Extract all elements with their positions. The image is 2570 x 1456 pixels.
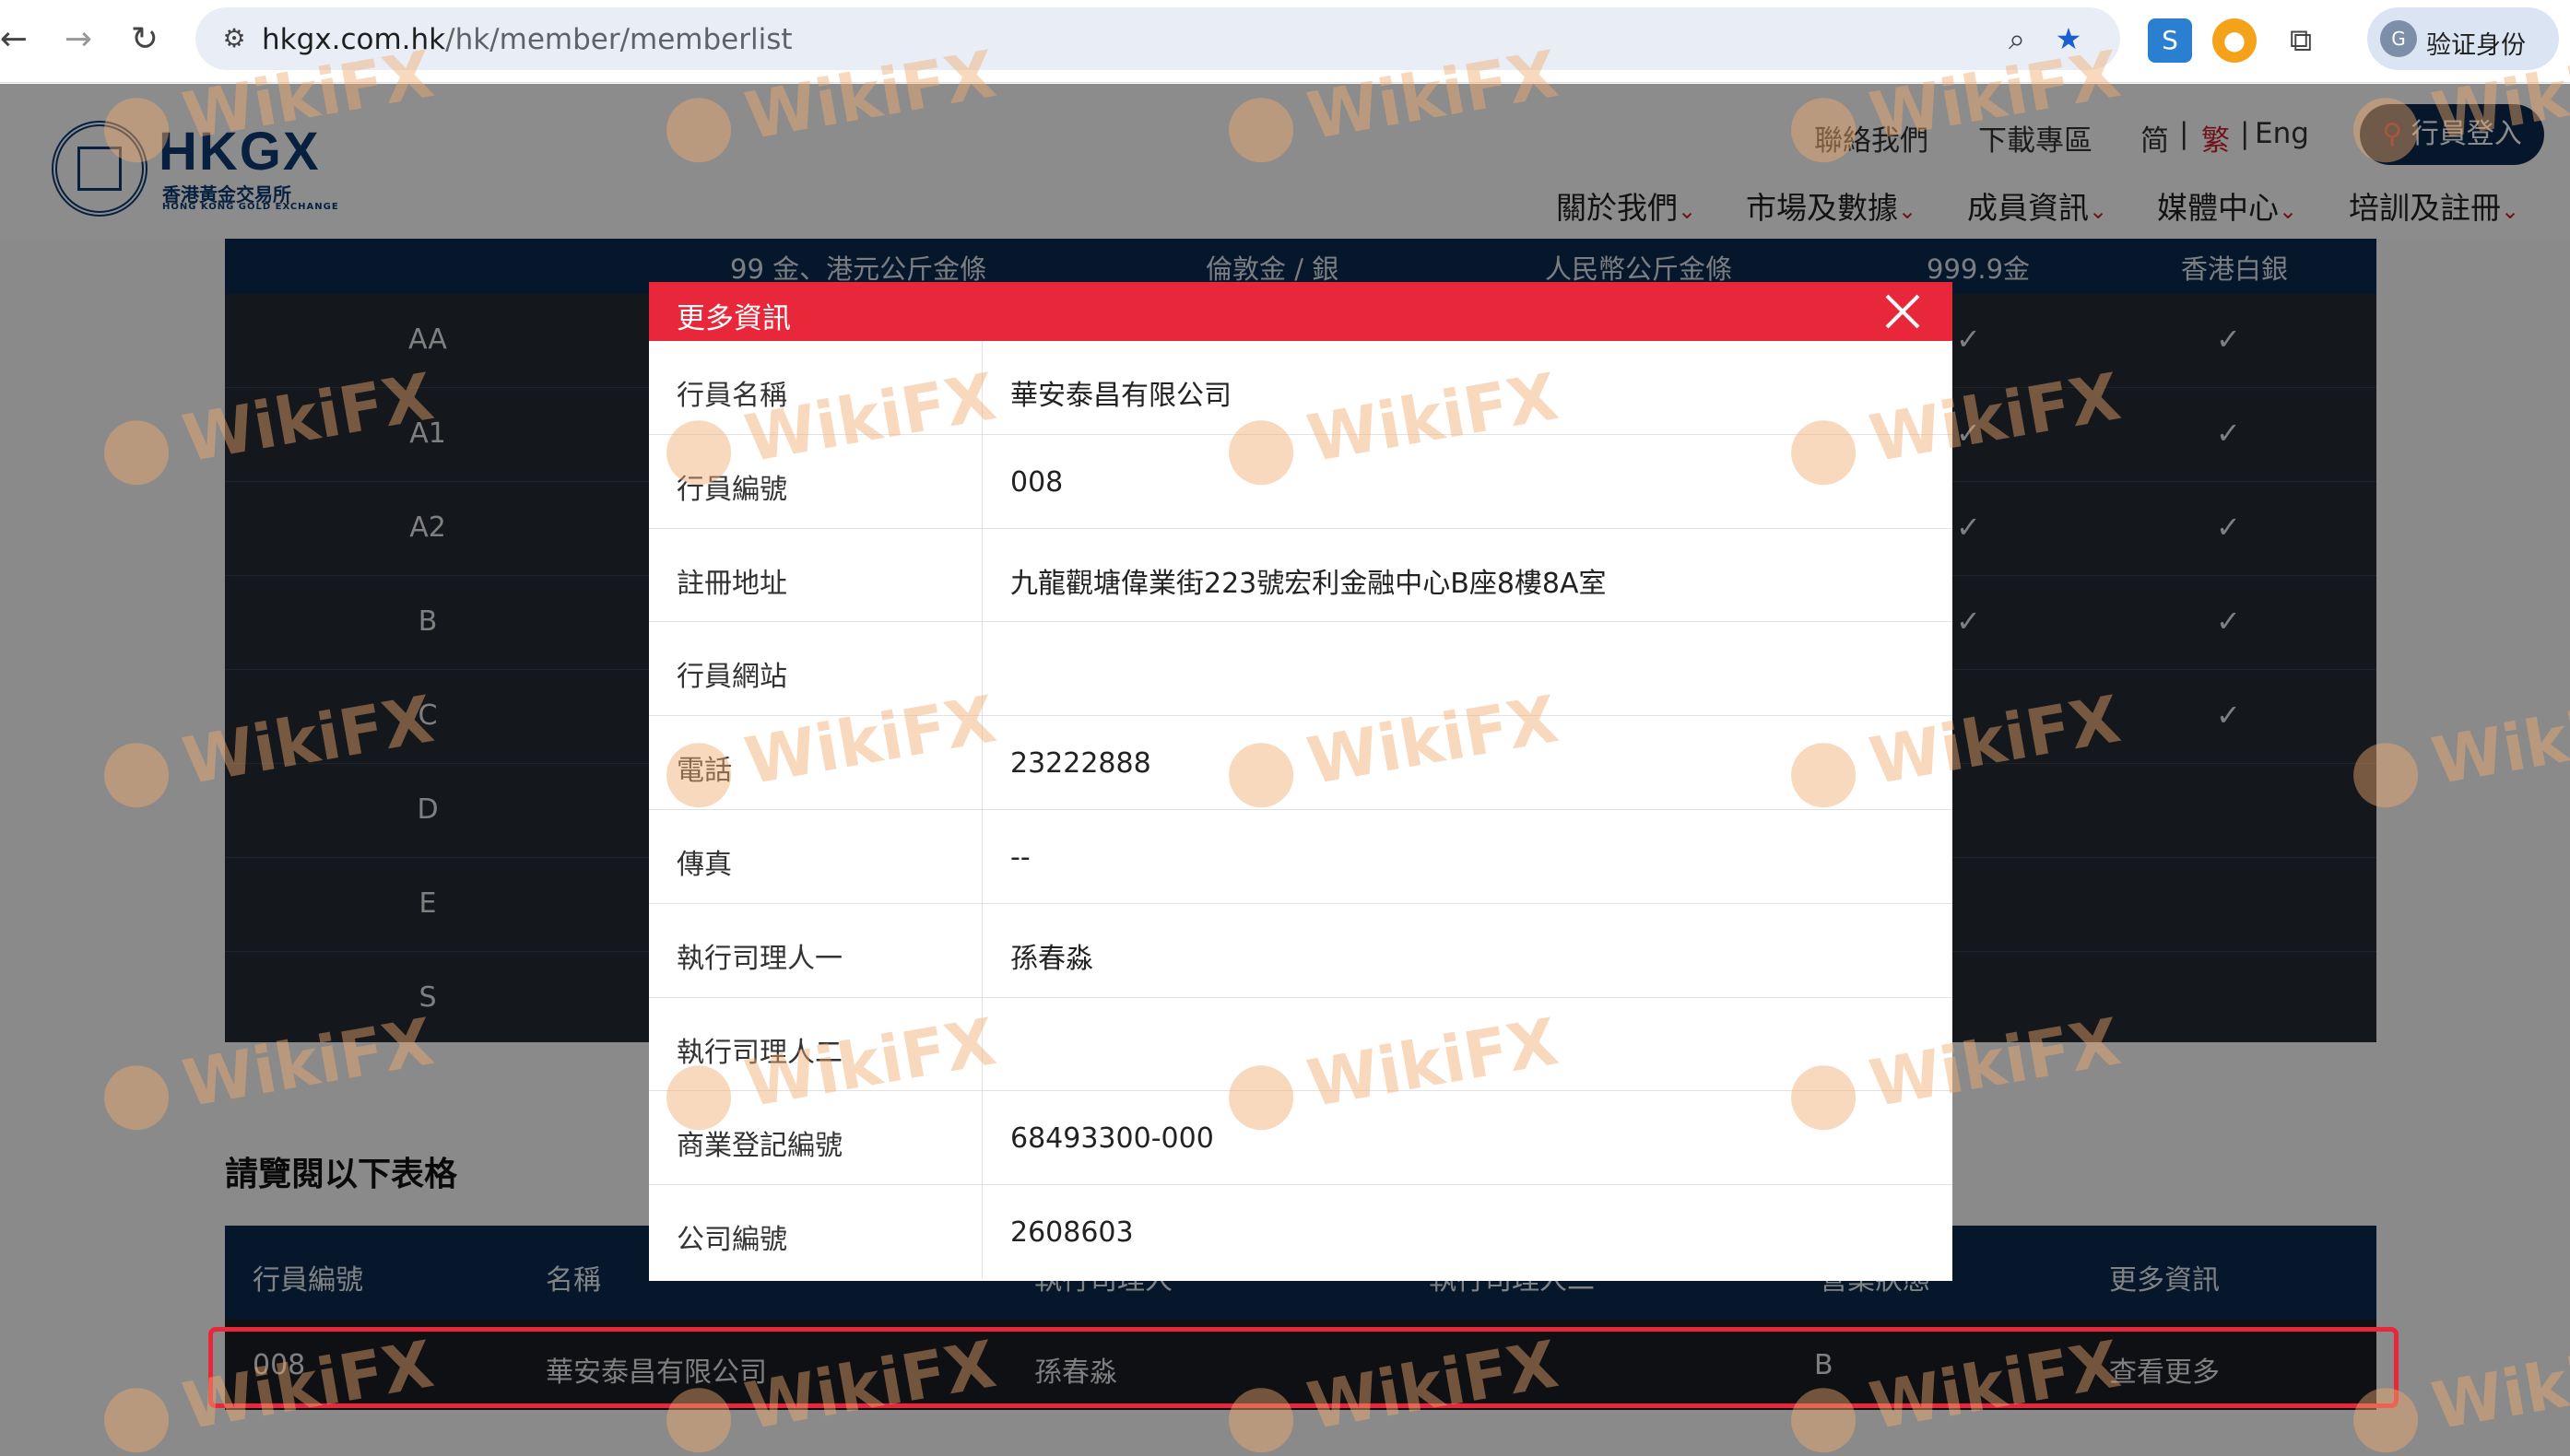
detail-row: 電話 23222888: [649, 716, 1952, 810]
detail-row: 傳真 --: [649, 809, 1952, 904]
detail-label: 公司編號: [649, 1185, 983, 1279]
profile-label: 验证身份: [2426, 31, 2526, 60]
bookmark-star-icon[interactable]: ★: [2048, 18, 2089, 59]
detail-row: 行員網站: [649, 622, 1952, 717]
detail-value: 68493300-000: [1010, 1122, 1214, 1156]
detail-row: 執行司理人二: [649, 997, 1952, 1092]
modal-title: 更多資訊: [677, 302, 791, 335]
detail-label: 執行司理人一: [649, 903, 983, 997]
detail-value: 華安泰昌有限公司: [1010, 380, 1232, 412]
profile-avatar-icon: G: [2380, 20, 2417, 57]
url-path: /hk/member/memberlist: [445, 23, 793, 56]
detail-label: 行員編號: [649, 434, 983, 528]
detail-row: 行員編號 008: [649, 434, 1952, 529]
close-icon[interactable]: [1879, 288, 1927, 335]
detail-row: 執行司理人一 孫春淼: [649, 903, 1952, 998]
detail-value: 孫春淼: [1010, 942, 1093, 975]
url-host: hkgx.com.hk: [262, 23, 446, 56]
detail-label: 傳真: [649, 809, 983, 903]
detail-label: 註冊地址: [649, 528, 983, 622]
address-bar[interactable]: ⚙ hkgx.com.hk/hk/member/memberlist ⌕ ★: [195, 7, 2120, 70]
profile-button[interactable]: G 验证身份: [2367, 7, 2559, 70]
browser-toolbar: ← → ↻ ⚙ hkgx.com.hk/hk/member/memberlist…: [0, 0, 2570, 83]
detail-value: --: [1010, 840, 1031, 874]
extension-s-icon[interactable]: S: [2148, 18, 2192, 63]
zoom-icon[interactable]: ⌕: [1997, 18, 2037, 59]
url-text[interactable]: hkgx.com.hk/hk/member/memberlist: [262, 23, 793, 56]
back-arrow-icon[interactable]: ←: [0, 17, 37, 63]
extensions-puzzle-icon[interactable]: ⧉: [2279, 18, 2323, 63]
detail-value: 2608603: [1010, 1216, 1134, 1250]
member-detail-table: 行員名稱 華安泰昌有限公司 行員編號 008 註冊地址 九龍觀塘偉業街223號宏…: [649, 341, 1952, 1279]
detail-label: 行員網站: [649, 622, 983, 716]
detail-value: 九龍觀塘偉業街223號宏利金融中心B座8樓8A室: [1010, 567, 1607, 600]
extension-fox-icon[interactable]: ●: [2212, 18, 2257, 63]
reload-icon[interactable]: ↻: [122, 17, 168, 63]
detail-value: 008: [1010, 465, 1064, 499]
detail-row: 公司編號 2608603: [649, 1185, 1952, 1279]
detail-label: 電話: [649, 716, 983, 809]
detail-row: 行員名稱 華安泰昌有限公司: [649, 341, 1952, 435]
highlight-annotation: [208, 1327, 2399, 1408]
site-info-icon[interactable]: ⚙: [214, 18, 254, 59]
detail-row: 註冊地址 九龍觀塘偉業街223號宏利金融中心B座8樓8A室: [649, 528, 1952, 623]
detail-label: 商業登記編號: [649, 1091, 983, 1185]
detail-label: 行員名稱: [649, 341, 983, 434]
modal-header: 更多資訊: [649, 282, 1952, 341]
detail-label: 執行司理人二: [649, 997, 983, 1091]
detail-row: 商業登記編號 68493300-000: [649, 1091, 1952, 1186]
forward-arrow-icon[interactable]: →: [55, 17, 101, 63]
more-info-modal: 更多資訊 行員名稱 華安泰昌有限公司 行員編號 008 註冊地址 九龍觀塘偉業街…: [649, 282, 1952, 1281]
detail-value: 23222888: [1010, 747, 1151, 781]
